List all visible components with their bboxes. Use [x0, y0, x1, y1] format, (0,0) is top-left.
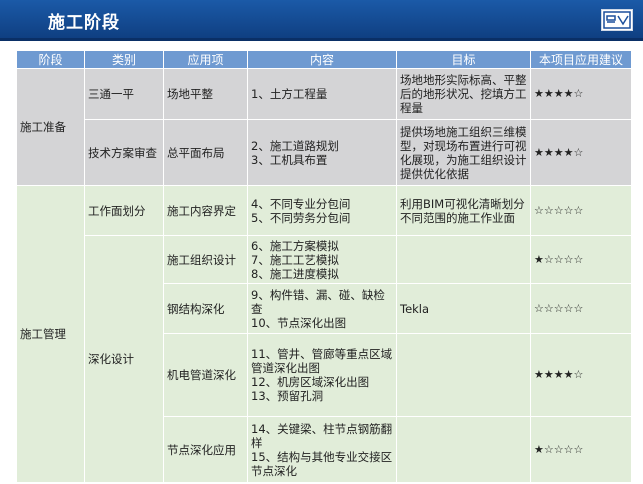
rating-cell: ★☆☆☆☆	[530, 235, 632, 284]
content-line: 13、预留孔洞	[251, 389, 324, 403]
content-line: 9、构件错、漏、碰、缺检查	[251, 287, 385, 316]
table-row: 技术方案审查 总平面布局 2、施工道路规划 3、工机具布置 提供场地施工组织三维…	[17, 119, 632, 186]
content-line: 8、施工进度模拟	[251, 266, 339, 281]
rating-cell: ☆☆☆☆☆	[530, 283, 632, 334]
goal-cell: 提供场地施工组织三维模型，对现场布置进行可视化展现，为施工组织设计提供优化依据	[396, 119, 531, 186]
category-cell: 技术方案审查	[84, 119, 164, 186]
col-header-goal: 目标	[396, 50, 531, 69]
logo-icon	[603, 11, 631, 29]
col-header-stage: 阶段	[16, 50, 85, 69]
content-cell: 14、关键梁、柱节点钢筋翻样 15、结构与其他专业交接区节点深化	[247, 416, 397, 483]
table-row: 施工准备 三通一平 场地平整 1、土方工程量 场地地形实际标高、平整后的地形状况…	[16, 68, 632, 186]
table-row: 施工管理 工作面划分 施工内容界定 4、不同专业分包间 5、不同劳务分包间 利用…	[16, 185, 632, 483]
rating-cell: ★☆☆☆☆	[530, 416, 632, 483]
content-cell: 4、不同专业分包间 5、不同劳务分包间	[247, 185, 397, 236]
goal-cell: 利用BIM可视化清晰划分不同范围的施工作业面	[396, 185, 531, 236]
rating-cell: ★★★★☆	[530, 333, 632, 417]
content-cell: 6、施工方案模拟 7、施工工艺模拟 8、施工进度模拟	[247, 235, 397, 284]
construction-phase-table: 阶段 类别 应用项 内容 目标 本项目应用建议 施工准备 三通一平 场地平整 1…	[16, 50, 632, 483]
item-cell: 施工组织设计	[163, 235, 248, 284]
content-line: 2、施工道路规划	[251, 138, 339, 153]
goal-cell	[396, 416, 531, 483]
category-cell: 深化设计	[84, 235, 164, 483]
stage-cell: 施工准备	[16, 68, 85, 186]
content-cell: 9、构件错、漏、碰、缺检查 10、节点深化出图	[247, 283, 397, 334]
goal-cell	[396, 333, 531, 417]
item-cell: 钢结构深化	[163, 283, 248, 334]
content-line: 14、关键梁、柱节点钢筋翻样	[251, 421, 393, 450]
item-cell: 总平面布局	[163, 119, 248, 186]
item-cell: 施工内容界定	[163, 185, 248, 236]
goal-cell: Tekla	[396, 283, 531, 334]
content-line: 4、不同专业分包间	[251, 196, 351, 211]
category-cell: 工作面划分	[84, 185, 164, 236]
company-logo	[601, 9, 633, 31]
stage-cell: 施工管理	[16, 185, 85, 483]
page-title: 施工阶段	[48, 13, 120, 33]
item-cell: 场地平整	[163, 68, 248, 120]
table-row: 深化设计 施工组织设计 6、施工方案模拟 7、施工工艺模拟 8、施工进度模拟 ★…	[17, 235, 632, 483]
goal-cell: 场地地形实际标高、平整后的地形状况、挖填方工程量	[396, 68, 531, 120]
rating-cell: ★★★★☆	[530, 119, 632, 186]
goal-cell	[396, 235, 531, 284]
table-header-row: 阶段 类别 应用项 内容 目标 本项目应用建议	[16, 50, 632, 69]
content-line: 5、不同劳务分包间	[251, 210, 351, 225]
category-cell: 三通一平	[84, 68, 164, 120]
content-line: 12、机房区域深化出图	[251, 375, 370, 389]
content-line: 15、结构与其他专业交接区节点深化	[251, 449, 393, 478]
content-line: 10、节点深化出图	[251, 315, 347, 330]
page-header: 施工阶段	[0, 0, 643, 41]
col-header-content: 内容	[247, 50, 397, 69]
content-line: 11、管井、管廊等重点区域管道深化出图	[251, 347, 393, 375]
content-line: 3、工机具布置	[251, 152, 328, 167]
col-header-item: 应用项	[163, 50, 248, 69]
rating-cell: ★★★★☆	[530, 68, 632, 120]
col-header-category: 类别	[84, 50, 164, 69]
content-cell: 11、管井、管廊等重点区域管道深化出图 12、机房区域深化出图 13、预留孔洞	[247, 333, 397, 417]
content-line: 1、土方工程量	[251, 87, 328, 101]
rating-cell: ☆☆☆☆☆	[530, 185, 632, 236]
content-cell: 1、土方工程量	[247, 68, 397, 120]
content-cell: 2、施工道路规划 3、工机具布置	[247, 119, 397, 186]
col-header-suggestion: 本项目应用建议	[530, 50, 632, 69]
item-cell: 机电管道深化	[163, 333, 248, 417]
content-line: 6、施工方案模拟	[251, 238, 339, 253]
item-cell: 节点深化应用	[163, 416, 248, 483]
content-line: 7、施工工艺模拟	[251, 252, 339, 267]
